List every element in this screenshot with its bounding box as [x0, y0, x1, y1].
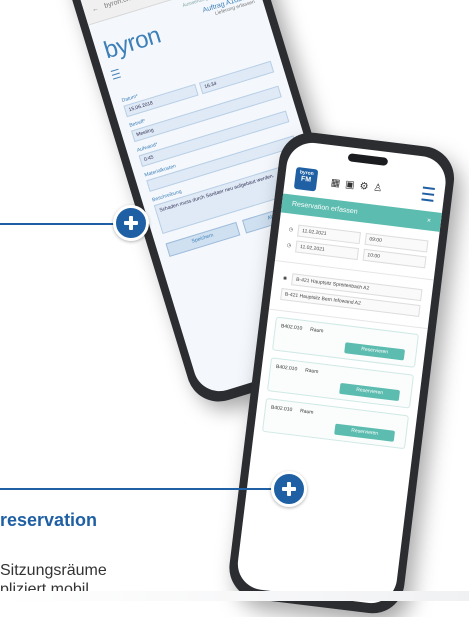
bottom-strip [0, 591, 469, 601]
calendar-icon[interactable]: ▦ [330, 177, 341, 189]
time-to-input[interactable]: 10:00 [362, 248, 427, 269]
user-icon[interactable]: ♙ [373, 182, 383, 194]
reserve-button[interactable]: Reservieren [344, 342, 406, 361]
close-icon[interactable]: × [426, 217, 431, 224]
room-code: B402.010 [280, 323, 303, 332]
settings-icon[interactable]: ⚙ [359, 180, 369, 192]
clock-icon: ◷ [286, 242, 292, 249]
menu-icon[interactable] [421, 186, 435, 202]
plus-icon[interactable] [271, 471, 307, 507]
room-code: B402.010 [270, 404, 293, 414]
room-code: B402.010 [275, 363, 298, 373]
reserve-button[interactable]: Reservieren [339, 382, 401, 402]
callout-line-top [0, 223, 118, 225]
clock-icon: ◷ [288, 226, 294, 233]
callout-line-bottom [0, 488, 275, 490]
caption-line-1: Sitzungsräume [0, 562, 107, 579]
byron-fm-logo: byron FM [293, 166, 319, 192]
location-icon: ◉ [282, 275, 288, 282]
room-card-list: B402.010 Raum Reservieren B402.010 Raum … [252, 310, 427, 463]
plus-icon[interactable] [113, 205, 149, 241]
room-name: Raum [299, 408, 314, 416]
room-name: Raum [309, 326, 324, 335]
caption-title: reservation [0, 510, 98, 530]
date-to-input[interactable]: 11.02.2021 [295, 240, 360, 261]
menu-icon[interactable] [110, 68, 121, 80]
reserve-button[interactable]: Reservieren [334, 423, 396, 442]
back-arrow-icon[interactable]: ← [91, 4, 100, 13]
grid-icon[interactable]: ▣ [345, 179, 356, 191]
room-name: Raum [304, 367, 319, 376]
header-title: Reservation erfassen [291, 200, 358, 216]
fm-logo-bottom: FM [300, 175, 312, 184]
